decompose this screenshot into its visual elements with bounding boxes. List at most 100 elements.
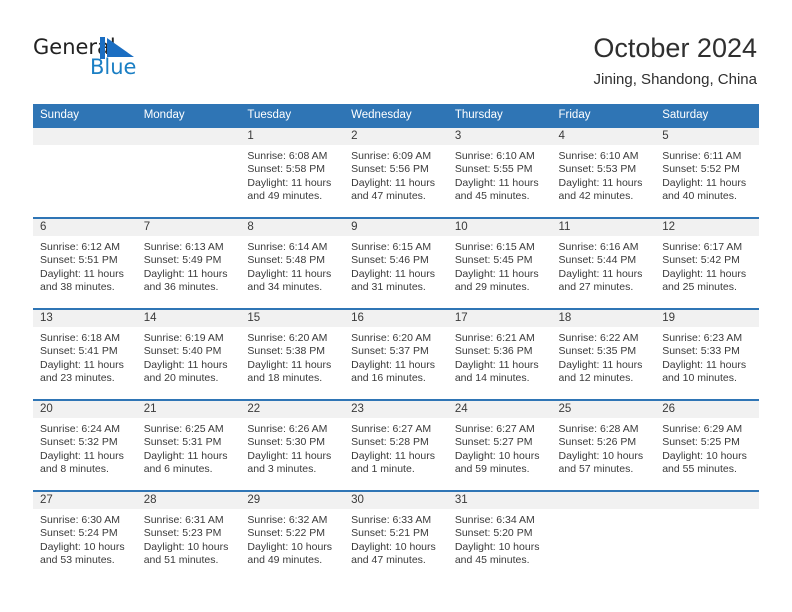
calendar-day-cell[interactable]: 25 Sunrise: 6:28 AM Sunset: 5:26 PM Dayligh… (551, 399, 656, 491)
page-subtitle: Jining, Shandong, China (593, 71, 757, 88)
general-blue-logo[interactable]: General Blue (33, 36, 163, 86)
logo-flag-icon (100, 37, 134, 59)
weekday-header-friday: Friday (551, 104, 656, 127)
day-cell-details: Sunrise: 6:15 AM Sunset: 5:45 PM Daylight:… (448, 236, 552, 295)
calendar-day-cell[interactable]: 26 Sunrise: 6:29 AM Sunset: 5:25 PM Dayligh… (655, 399, 759, 491)
sunset-text: Sunset: 5:49 PM (143, 254, 222, 267)
calendar-day-cell[interactable]: 17 Sunrise: 6:21 AM Sunset: 5:36 PM Dayligh… (447, 308, 552, 400)
day-cell-inner: 14 Sunrise: 6:19 AM Sunset: 5:40 PM Dayligh… (136, 310, 241, 399)
daylight-text-line2: and 40 minutes. (662, 190, 737, 203)
sunrise-text: Sunrise: 6:33 AM (351, 514, 432, 526)
daylight-text-line1: Daylight: 11 hours (143, 267, 228, 280)
calendar-day-cell[interactable]: 15 Sunrise: 6:20 AM Sunset: 5:38 PM Dayligh… (240, 308, 345, 400)
daylight-text-line2: and 42 minutes. (558, 190, 634, 203)
daylight-text-line2: and 3 minutes. (247, 463, 317, 476)
calendar-day-cell[interactable]: 21 Sunrise: 6:25 AM Sunset: 5:31 PM Dayligh… (136, 399, 241, 491)
day-number: 4 (551, 128, 656, 145)
daylight-text-line1: Daylight: 11 hours (454, 267, 539, 280)
sunset-text: Sunset: 5:31 PM (143, 436, 222, 449)
day-cell-details: Sunrise: 6:26 AM Sunset: 5:30 PM Daylight:… (240, 418, 344, 477)
calendar-day-cell[interactable]: 20 Sunrise: 6:24 AM Sunset: 5:32 PM Dayligh… (33, 399, 137, 491)
day-cell-details: Sunrise: 6:10 AM Sunset: 5:55 PM Daylight:… (448, 145, 552, 204)
calendar-day-cell[interactable]: 9 Sunrise: 6:15 AM Sunset: 5:46 PM Daylight… (344, 217, 448, 309)
calendar-day-cell[interactable]: 4 Sunrise: 6:10 AM Sunset: 5:53 PM Daylight… (551, 127, 656, 218)
daylight-text-line2: and 34 minutes. (247, 281, 323, 294)
calendar-day-cell[interactable]: 2 Sunrise: 6:09 AM Sunset: 5:56 PM Daylight… (344, 127, 448, 218)
day-number: 14 (136, 310, 241, 327)
calendar-day-cell[interactable]: 11 Sunrise: 6:16 AM Sunset: 5:44 PM Dayligh… (551, 217, 656, 309)
calendar-day-cell[interactable]: 12 Sunrise: 6:17 AM Sunset: 5:42 PM Dayligh… (655, 217, 759, 309)
day-cell-inner: 6 Sunrise: 6:12 AM Sunset: 5:51 PM Daylight… (33, 219, 137, 308)
calendar-day-cell[interactable]: 16 Sunrise: 6:20 AM Sunset: 5:37 PM Dayligh… (344, 308, 448, 400)
weekday-header-wednesday: Wednesday (344, 104, 448, 127)
calendar-day-cell[interactable]: 30 Sunrise: 6:33 AM Sunset: 5:21 PM Dayligh… (344, 490, 448, 581)
calendar-day-cell[interactable]: 24 Sunrise: 6:27 AM Sunset: 5:27 PM Dayligh… (447, 399, 552, 491)
calendar-day-cell[interactable]: 23 Sunrise: 6:27 AM Sunset: 5:28 PM Dayligh… (344, 399, 448, 491)
calendar-day-cell[interactable]: 3 Sunrise: 6:10 AM Sunset: 5:55 PM Daylight… (447, 127, 552, 218)
sunset-text: Sunset: 5:44 PM (558, 254, 637, 267)
sunset-text: Sunset: 5:20 PM (454, 527, 533, 540)
day-cell-details: Sunrise: 6:27 AM Sunset: 5:28 PM Daylight:… (344, 418, 448, 477)
calendar-day-cell[interactable]: 10 Sunrise: 6:15 AM Sunset: 5:45 PM Dayligh… (447, 217, 552, 309)
day-number: 17 (447, 310, 552, 327)
sunrise-text: Sunrise: 6:26 AM (247, 423, 328, 435)
day-cell-details: Sunrise: 6:16 AM Sunset: 5:44 PM Daylight:… (552, 236, 656, 295)
calendar-day-cell[interactable]: 5 Sunrise: 6:11 AM Sunset: 5:52 PM Daylight… (655, 127, 759, 218)
sunset-text: Sunset: 5:40 PM (143, 345, 222, 358)
daylight-text-line1: Daylight: 10 hours (40, 540, 125, 553)
day-cell-details: Sunrise: 6:33 AM Sunset: 5:21 PM Daylight:… (344, 509, 448, 568)
day-cell-inner: 16 Sunrise: 6:20 AM Sunset: 5:37 PM Dayligh… (344, 310, 448, 399)
day-cell-details: Sunrise: 6:24 AM Sunset: 5:32 PM Daylight:… (33, 418, 137, 477)
calendar-day-cell[interactable]: 14 Sunrise: 6:19 AM Sunset: 5:40 PM Dayligh… (136, 308, 241, 400)
calendar-day-cell[interactable]: 1 Sunrise: 6:08 AM Sunset: 5:58 PM Daylight… (240, 127, 345, 218)
day-cell-inner: 13 Sunrise: 6:18 AM Sunset: 5:41 PM Dayligh… (33, 310, 137, 399)
calendar-day-cell[interactable]: 19 Sunrise: 6:23 AM Sunset: 5:33 PM Dayligh… (655, 308, 759, 400)
daylight-text-line1: Daylight: 11 hours (558, 358, 643, 371)
sunset-text: Sunset: 5:22 PM (247, 527, 326, 540)
day-cell-inner: 15 Sunrise: 6:20 AM Sunset: 5:38 PM Dayligh… (240, 310, 345, 399)
day-cell-details: Sunrise: 6:12 AM Sunset: 5:51 PM Daylight:… (33, 236, 137, 295)
day-number: 15 (240, 310, 345, 327)
sunrise-text: Sunrise: 6:16 AM (558, 241, 639, 253)
day-cell-details: Sunrise: 6:15 AM Sunset: 5:46 PM Daylight:… (344, 236, 448, 295)
day-number: 10 (447, 219, 552, 236)
calendar-day-cell[interactable]: 6 Sunrise: 6:12 AM Sunset: 5:51 PM Daylight… (33, 217, 137, 309)
daylight-text-line1: Daylight: 11 hours (558, 267, 643, 280)
sunrise-text: Sunrise: 6:14 AM (247, 241, 328, 253)
daylight-text-line2: and 53 minutes. (40, 554, 115, 567)
calendar-day-cell[interactable]: 8 Sunrise: 6:14 AM Sunset: 5:48 PM Daylight… (240, 217, 345, 309)
day-number (655, 492, 759, 509)
daylight-text-line2: and 51 minutes. (143, 554, 219, 567)
calendar-day-cell[interactable]: 7 Sunrise: 6:13 AM Sunset: 5:49 PM Daylight… (136, 217, 241, 309)
day-cell-inner: 11 Sunrise: 6:16 AM Sunset: 5:44 PM Dayligh… (551, 219, 656, 308)
calendar-day-cell[interactable]: 29 Sunrise: 6:32 AM Sunset: 5:22 PM Dayligh… (240, 490, 345, 581)
sunrise-text: Sunrise: 6:25 AM (143, 423, 224, 435)
daylight-text-line1: Daylight: 11 hours (351, 267, 435, 280)
day-cell-inner: 22 Sunrise: 6:26 AM Sunset: 5:30 PM Dayligh… (240, 401, 345, 490)
calendar-day-cell[interactable]: 28 Sunrise: 6:31 AM Sunset: 5:23 PM Dayligh… (136, 490, 241, 581)
sunrise-text: Sunrise: 6:19 AM (143, 332, 224, 344)
sunset-text: Sunset: 5:48 PM (247, 254, 326, 267)
calendar-day-cell[interactable]: 31 Sunrise: 6:34 AM Sunset: 5:20 PM Dayligh… (447, 490, 552, 581)
day-cell-details: Sunrise: 6:32 AM Sunset: 5:22 PM Daylight:… (240, 509, 344, 568)
weekday-header-tuesday: Tuesday (240, 104, 345, 127)
calendar-day-cell[interactable]: 18 Sunrise: 6:22 AM Sunset: 5:35 PM Dayligh… (551, 308, 656, 400)
calendar-day-cell[interactable]: 22 Sunrise: 6:26 AM Sunset: 5:30 PM Dayligh… (240, 399, 345, 491)
sunset-text: Sunset: 5:25 PM (662, 436, 740, 449)
daylight-text-line2: and 49 minutes. (247, 554, 323, 567)
sunrise-text: Sunrise: 6:20 AM (351, 332, 432, 344)
daylight-text-line2: and 55 minutes. (662, 463, 737, 476)
daylight-text-line1: Daylight: 11 hours (40, 449, 124, 462)
daylight-text-line1: Daylight: 11 hours (454, 176, 539, 189)
sunset-text: Sunset: 5:53 PM (558, 163, 637, 176)
sunrise-text: Sunrise: 6:21 AM (454, 332, 535, 344)
sunrise-text: Sunrise: 6:09 AM (351, 150, 432, 162)
day-cell-details: Sunrise: 6:17 AM Sunset: 5:42 PM Daylight:… (655, 236, 759, 295)
day-number: 5 (655, 128, 759, 145)
calendar-week-row: 27 Sunrise: 6:30 AM Sunset: 5:24 PM Dayligh… (33, 490, 759, 581)
calendar-page: General Blue October 2024 Jining, Shando… (0, 0, 792, 612)
day-cell-details: Sunrise: 6:31 AM Sunset: 5:23 PM Daylight:… (137, 509, 241, 568)
calendar-day-cell[interactable]: 13 Sunrise: 6:18 AM Sunset: 5:41 PM Dayligh… (33, 308, 137, 400)
calendar-day-cell[interactable]: 27 Sunrise: 6:30 AM Sunset: 5:24 PM Dayligh… (33, 490, 137, 581)
sunset-text: Sunset: 5:26 PM (558, 436, 637, 449)
